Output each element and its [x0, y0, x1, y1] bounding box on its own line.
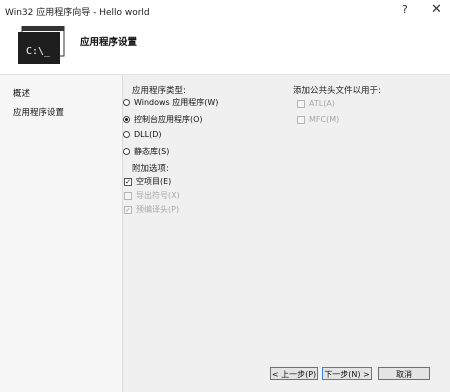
console-prompt-text: C:\_ — [26, 46, 51, 57]
console-app-icon: C:\_ — [18, 26, 65, 64]
checkbox-indicator — [124, 191, 132, 200]
checkbox-export-symbols: 导出符号(X) — [124, 190, 180, 201]
wizard-header: C:\_ 应用程序设置 — [0, 22, 450, 75]
checkmark-icon[interactable]: ✓ — [124, 177, 132, 186]
radio-static-lib-label: 静态库(S) — [134, 147, 170, 156]
radio-indicator[interactable] — [123, 99, 130, 106]
radio-windows-app[interactable]: Windows 应用程序(W) — [123, 97, 218, 108]
settings-panel: 应用程序类型: Windows 应用程序(W) 控制台应用程序(O) DLL(D… — [122, 75, 450, 392]
cancel-button[interactable]: 取消 — [378, 367, 430, 380]
back-button[interactable]: < 上一步(P) — [270, 367, 318, 380]
checkbox-empty-project-label: 空项目(E) — [136, 177, 172, 186]
radio-indicator[interactable] — [123, 131, 130, 138]
nav-item-overview[interactable]: 概述 — [13, 87, 30, 99]
radio-dll-label: DLL(D) — [134, 130, 162, 139]
help-button[interactable]: ? — [402, 3, 408, 16]
extra-options-label: 附加选项: — [132, 164, 169, 174]
checkbox-indicator — [297, 115, 305, 124]
app-type-label: 应用程序类型: — [132, 86, 186, 96]
radio-console-app-label: 控制台应用程序(O) — [134, 115, 203, 124]
checkbox-precompiled-header-label: 预编译头(P) — [136, 205, 180, 214]
checkbox-atl-label: ATL(A) — [309, 99, 335, 108]
radio-dll[interactable]: DLL(D) — [123, 130, 161, 139]
title-bar: Win32 应用程序向导 - Hello world ? ✕ — [0, 0, 450, 22]
checkbox-mfc: MFC(M) — [297, 115, 339, 124]
checkbox-indicator — [297, 99, 305, 108]
wizard-body: 概述 应用程序设置 应用程序类型: Windows 应用程序(W) 控制台应用程… — [0, 75, 450, 392]
checkbox-precompiled-header: ✓ 预编译头(P) — [124, 204, 179, 215]
next-button[interactable]: 下一步(N) > — [322, 367, 372, 380]
nav-item-app-settings[interactable]: 应用程序设置 — [13, 106, 64, 118]
common-headers-label: 添加公共头文件以用于: — [293, 86, 381, 96]
window-title: Win32 应用程序向导 - Hello world — [5, 8, 150, 18]
radio-windows-app-label: Windows 应用程序(W) — [134, 98, 219, 107]
page-title: 应用程序设置 — [80, 37, 138, 48]
wizard-nav: 概述 应用程序设置 — [0, 75, 122, 392]
close-button[interactable]: ✕ — [431, 2, 442, 17]
checkbox-empty-project[interactable]: ✓ 空项目(E) — [124, 176, 171, 187]
radio-static-lib[interactable]: 静态库(S) — [123, 146, 169, 157]
checkbox-export-symbols-label: 导出符号(X) — [136, 191, 180, 200]
checkbox-mfc-label: MFC(M) — [309, 115, 340, 124]
checkbox-atl: ATL(A) — [297, 99, 335, 108]
radio-indicator[interactable] — [123, 116, 130, 123]
radio-indicator[interactable] — [123, 148, 130, 155]
checkmark-icon: ✓ — [124, 205, 132, 214]
radio-console-app[interactable]: 控制台应用程序(O) — [123, 114, 203, 125]
